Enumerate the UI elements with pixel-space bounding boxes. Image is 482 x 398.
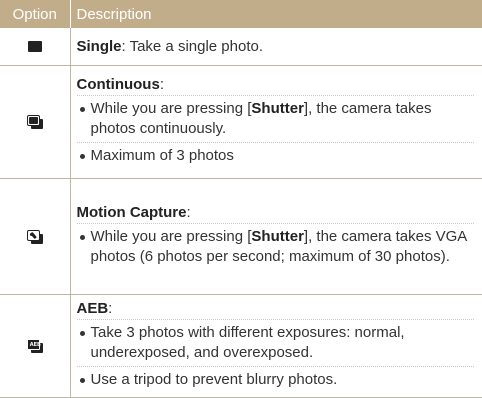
header-description: Description <box>70 0 482 28</box>
list-item: While you are pressing [Shutter], the ca… <box>76 223 474 270</box>
option-name: AEB <box>76 300 109 317</box>
list-item: Take 3 photos with different exposures: … <box>76 319 474 366</box>
list-item: Use a tripod to prevent blurry photos. <box>76 366 474 393</box>
option-name: Continuous <box>76 76 160 93</box>
table-row-motion-capture: Motion Capture: While you are pressing [… <box>0 178 482 295</box>
aeb-icon: AEB <box>26 339 43 354</box>
table-row-continuous: Continuous: While you are pressing [Shut… <box>0 65 482 179</box>
header-row: Option Description <box>0 0 482 28</box>
bullet-list: While you are pressing [Shutter], the ca… <box>76 223 474 270</box>
option-name: Motion Capture <box>76 204 187 221</box>
drive-mode-table: Option Description Single: Take a single… <box>0 0 482 398</box>
list-item: Maximum of 3 photos <box>76 142 474 169</box>
header-option: Option <box>0 0 71 28</box>
motion-capture-icon <box>26 229 43 244</box>
list-item: While you are pressing [Shutter], the ca… <box>76 95 474 142</box>
option-description: : Take a single photo. <box>121 37 264 55</box>
single-shot-icon <box>27 40 43 54</box>
bullet-list: Take 3 photos with different exposures: … <box>76 319 474 393</box>
table-row-single: Single: Take a single photo. <box>0 28 482 66</box>
table-row-aeb: AEB AEB: Take 3 photos with different ex… <box>0 294 482 398</box>
bullet-list: While you are pressing [Shutter], the ca… <box>76 95 474 169</box>
option-name: Single <box>76 37 122 55</box>
continuous-shot-icon <box>26 115 43 130</box>
